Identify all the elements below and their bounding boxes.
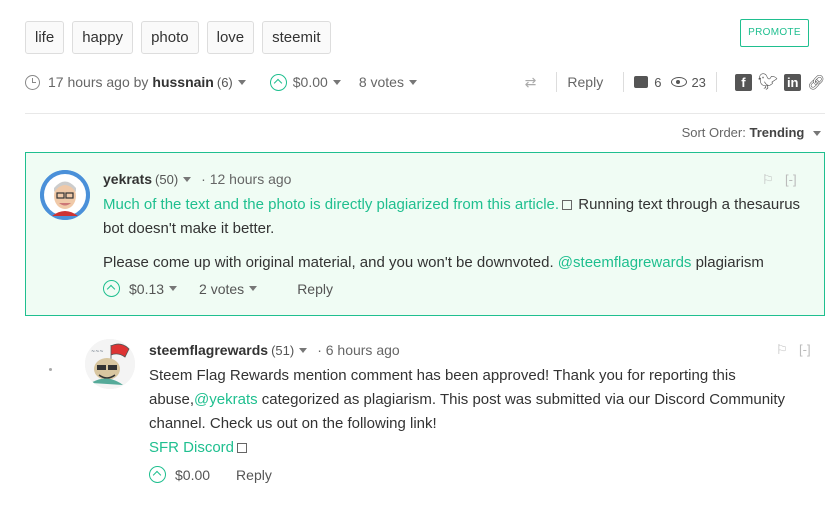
tag-list: life happy photo love steemit <box>25 21 331 54</box>
external-link-icon <box>237 443 248 453</box>
twitter-icon[interactable]: 🐦︎ <box>758 72 778 92</box>
comment-text: plagiarism <box>691 254 764 271</box>
avatar[interactable]: ~~~ <box>85 339 135 389</box>
divider <box>623 72 625 92</box>
post-reply-link[interactable]: Reply <box>567 74 603 90</box>
sort-order-value[interactable]: Trending <box>749 125 804 140</box>
tag-happy[interactable]: happy <box>72 21 134 54</box>
comment-highlighted: yekrats (50) · 12 hours ago ⚐ [-] Much o… <box>25 152 825 316</box>
comment-time[interactable]: · 12 hours ago <box>201 171 291 187</box>
post-footer: 17 hours ago by hussnain (6) $0.00 8 vot… <box>25 70 825 94</box>
facebook-icon[interactable]: f <box>734 73 752 91</box>
section-divider <box>25 113 825 114</box>
sort-order-label: Sort Order: <box>681 125 746 140</box>
comment-payout[interactable]: $0.13 <box>129 281 164 297</box>
clock-icon <box>25 74 40 90</box>
comment-author[interactable]: yekrats <box>103 171 152 187</box>
flag-icon[interactable]: ⚐ <box>762 172 774 188</box>
tag-love[interactable]: love <box>206 21 255 54</box>
post-author-rep: (6) <box>216 74 233 90</box>
comment-footer: $0.00 Reply <box>149 466 272 483</box>
post-time: 17 hours ago by <box>48 74 149 90</box>
avatar[interactable] <box>40 170 90 220</box>
sort-order[interactable]: Sort Order: Trending <box>682 125 821 140</box>
author-dropdown-icon[interactable] <box>237 79 246 85</box>
responses-count[interactable]: 6 <box>654 75 661 90</box>
views-icon <box>671 77 688 87</box>
tag-photo[interactable]: photo <box>141 21 199 54</box>
comment-header: steemflagrewards (51) · 6 hours ago <box>149 342 400 358</box>
post-votes[interactable]: 8 votes <box>359 74 404 90</box>
upvote-button[interactable] <box>149 466 166 483</box>
comment-paragraph: SFR Discord <box>149 436 809 460</box>
svg-text:~~~: ~~~ <box>91 349 104 355</box>
post-payout[interactable]: $0.00 <box>293 74 328 90</box>
reblog-icon[interactable]: ⇄ <box>525 74 537 91</box>
comment-paragraph: Please come up with original material, a… <box>103 251 803 275</box>
reply-button[interactable]: Reply <box>236 467 272 483</box>
comment-payout[interactable]: $0.00 <box>175 467 210 483</box>
author-dropdown-icon[interactable] <box>299 347 308 353</box>
comment-footer: $0.13 2 votes Reply <box>103 280 333 297</box>
tag-life[interactable]: life <box>25 21 65 54</box>
comment-body: Steem Flag Rewards mention comment has b… <box>149 364 809 460</box>
post-upvote-button[interactable] <box>269 73 287 91</box>
author-dropdown-icon[interactable] <box>183 176 192 182</box>
views-count: 23 <box>691 74 706 90</box>
reply-button[interactable]: Reply <box>297 281 333 297</box>
divider <box>556 72 558 92</box>
comment-paragraph: Steem Flag Rewards mention comment has b… <box>149 364 809 436</box>
comment-header: yekrats (50) · 12 hours ago <box>103 171 291 187</box>
flag-icon[interactable]: ⚐ <box>776 342 788 358</box>
payout-dropdown-icon[interactable] <box>332 79 341 85</box>
comment-author[interactable]: steemflagrewards <box>149 342 268 358</box>
sort-dropdown-icon[interactable] <box>813 131 821 137</box>
payout-dropdown-icon[interactable] <box>169 286 178 291</box>
votes-dropdown-icon[interactable] <box>408 79 417 85</box>
comment-author-rep: (51) <box>271 342 295 358</box>
discord-link[interactable]: SFR Discord <box>149 439 234 456</box>
thread-marker <box>49 368 52 371</box>
responses-icon[interactable] <box>634 76 649 88</box>
divider <box>715 72 717 92</box>
comment-body: Much of the text and the photo is direct… <box>103 193 803 275</box>
upvote-button[interactable] <box>103 280 120 297</box>
tag-steemit[interactable]: steemit <box>262 21 331 54</box>
comment-time[interactable]: · 6 hours ago <box>317 342 400 358</box>
collapse-button[interactable]: [-] <box>785 172 797 187</box>
mention-link[interactable]: @yekrats <box>194 391 258 408</box>
comment-author-rep: (50) <box>155 171 179 187</box>
votes-dropdown-icon[interactable] <box>249 286 258 291</box>
comment-paragraph: Much of the text and the photo is direct… <box>103 193 803 241</box>
collapse-button[interactable]: [-] <box>799 342 811 357</box>
promote-button[interactable]: PROMOTE <box>740 19 809 47</box>
link-icon[interactable]: 🔗︎ <box>807 74 825 91</box>
comment-text: Please come up with original material, a… <box>103 254 558 271</box>
linkedin-icon[interactable]: in <box>784 73 802 91</box>
mention-link[interactable]: @steemflagrewards <box>558 254 692 271</box>
article-link[interactable]: Much of the text and the photo is direct… <box>103 196 559 213</box>
external-link-icon <box>562 200 573 210</box>
comment-votes[interactable]: 2 votes <box>199 281 244 297</box>
post-author[interactable]: hussnain <box>152 74 213 90</box>
